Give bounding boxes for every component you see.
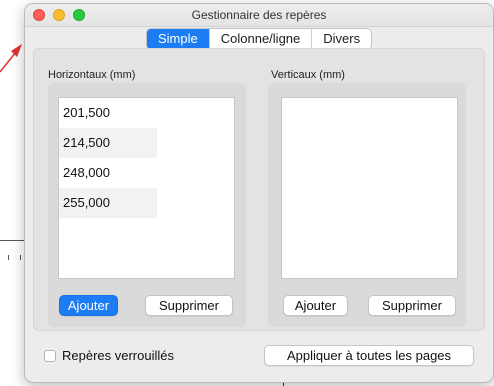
remove-horizontal-button[interactable]: Supprimer — [145, 295, 233, 316]
tab-content: Horizontaux (mm) Verticaux (mm) 201,500 … — [33, 48, 485, 331]
tab-misc[interactable]: Divers — [311, 29, 371, 49]
horizontal-guides-list[interactable]: 201,500 214,500 248,000 255,000 — [58, 97, 235, 279]
vertical-panel: Ajouter Supprimer — [268, 83, 466, 327]
remove-vertical-button[interactable]: Supprimer — [368, 295, 456, 316]
list-item[interactable]: 201,500 — [59, 98, 157, 128]
tab-column-row[interactable]: Colonne/ligne — [208, 29, 312, 49]
add-horizontal-button[interactable]: Ajouter — [59, 295, 118, 316]
guide-manager-window: Gestionnaire des repères Simple Colonne/… — [24, 3, 494, 383]
vertical-label: Verticaux (mm) — [271, 69, 345, 81]
horizontal-label: Horizontaux (mm) — [48, 69, 136, 81]
list-item[interactable]: 214,500 — [59, 128, 157, 158]
list-item[interactable]: 255,000 — [59, 188, 157, 218]
tab-bar: Simple Colonne/ligne Divers — [146, 28, 373, 50]
lock-guides-option[interactable]: Repères verrouillés — [44, 348, 174, 363]
lock-guides-checkbox[interactable] — [44, 349, 56, 362]
add-vertical-button[interactable]: Ajouter — [283, 295, 348, 316]
lock-guides-label: Repères verrouillés — [62, 348, 174, 363]
horizontal-panel: 201,500 214,500 248,000 255,000 Ajouter … — [48, 83, 246, 327]
window-title: Gestionnaire des repères — [191, 8, 327, 22]
title-bar: Gestionnaire des repères — [25, 4, 493, 27]
vertical-guides-list[interactable] — [281, 97, 458, 279]
apply-all-pages-button[interactable]: Appliquer à toutes les pages — [264, 345, 474, 366]
tab-simple[interactable]: Simple — [147, 29, 209, 49]
list-item[interactable]: 248,000 — [59, 158, 157, 188]
